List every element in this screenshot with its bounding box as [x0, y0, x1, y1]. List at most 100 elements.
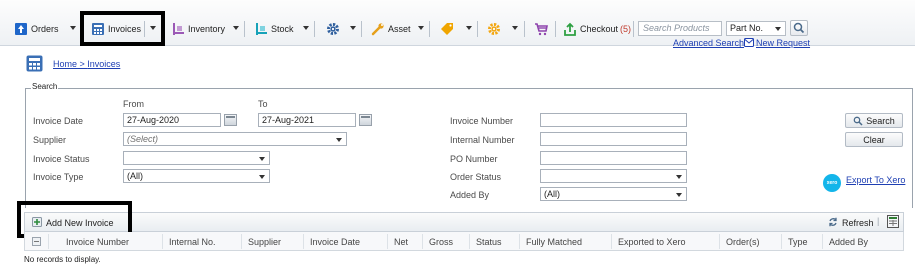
stock-dropdown-caret[interactable]	[303, 26, 309, 30]
column-header-exported-to-xero[interactable]: Exported to Xero	[618, 237, 686, 247]
advanced-search-link[interactable]: Advanced Search	[673, 38, 744, 48]
configuration-dropdown-caret[interactable]	[512, 26, 518, 30]
orders-dropdown-caret[interactable]	[70, 26, 76, 30]
column-separator	[387, 234, 388, 249]
inventory-dropdown-caret[interactable]	[233, 26, 239, 30]
toolbar-separator	[524, 21, 525, 37]
breadcrumb-home-link[interactable]: Home	[53, 59, 77, 69]
column-separator	[469, 234, 470, 249]
order-status-label: Order Status	[450, 172, 502, 182]
gear-icon	[326, 22, 340, 36]
supplier-label: Supplier	[33, 135, 67, 145]
calendar-icon[interactable]	[359, 114, 372, 126]
link-separator: |	[739, 38, 742, 48]
column-header-invoice-number[interactable]: Invoice Number	[66, 237, 129, 247]
toolbar-separator	[429, 21, 430, 37]
search-button-label: Search	[866, 115, 895, 126]
asset-dropdown-caret[interactable]	[418, 26, 424, 30]
added-by-select[interactable]: (All)	[540, 187, 687, 201]
search-field-select[interactable]: Part No.	[726, 21, 786, 36]
tags-dropdown-caret[interactable]	[466, 26, 472, 30]
asset-menu[interactable]: Asset	[371, 20, 411, 38]
column-header-gross[interactable]: Gross	[429, 237, 453, 247]
toolbar-separator	[477, 21, 478, 37]
settings-menu[interactable]	[326, 20, 340, 38]
to-label: To	[258, 99, 268, 109]
invoices-page-icon	[26, 55, 43, 72]
envelope-icon	[744, 38, 754, 47]
internal-number-input[interactable]	[540, 132, 687, 146]
stock-menu[interactable]: Stock	[254, 20, 294, 38]
invoice-number-input[interactable]	[540, 113, 687, 127]
search-button[interactable]: Search	[845, 113, 903, 128]
export-to-xero-link[interactable]: Export To Xero	[846, 175, 905, 185]
grid-command-bar	[24, 212, 904, 232]
inventory-menu[interactable]: Inventory	[171, 20, 225, 38]
refresh-icon	[828, 217, 838, 227]
column-separator	[822, 234, 823, 249]
wrench-icon	[371, 22, 385, 36]
column-separator	[303, 234, 304, 249]
calendar-icon[interactable]	[224, 114, 237, 126]
clear-button[interactable]: Clear	[845, 132, 903, 147]
export-excel-icon[interactable]	[887, 215, 899, 228]
checkout-button[interactable]: Checkout (5)	[563, 20, 631, 38]
configuration-menu[interactable]	[487, 20, 501, 38]
refresh-button[interactable]: Refresh	[842, 218, 874, 228]
column-header-net[interactable]: Net	[394, 237, 408, 247]
invoice-date-to-input[interactable]: 27-Aug-2021	[258, 113, 356, 127]
toolbar-separator	[314, 21, 315, 37]
column-separator	[611, 234, 612, 249]
breadcrumb-separator: >	[77, 59, 88, 69]
inventory-label: Inventory	[188, 24, 226, 34]
cart-icon	[534, 22, 548, 36]
no-records-message: No records to display.	[24, 255, 101, 264]
column-header-status[interactable]: Status	[476, 237, 502, 247]
stock-label: Stock	[271, 24, 294, 34]
column-header-type[interactable]: Type	[788, 237, 808, 247]
breadcrumb-invoices-link[interactable]: Invoices	[87, 59, 120, 69]
toolbar-separator	[244, 21, 245, 37]
checkout-count-badge: (5)	[620, 24, 632, 34]
invoice-type-select[interactable]: (All)	[123, 169, 270, 183]
grid-header	[24, 232, 904, 251]
product-search-input[interactable]: Search Products	[638, 21, 722, 36]
column-header-supplier[interactable]: Supplier	[248, 237, 281, 247]
column-header-invoice-date[interactable]: Invoice Date	[310, 237, 360, 247]
asset-label: Asset	[388, 24, 411, 34]
column-separator	[48, 234, 49, 249]
column-separator	[719, 234, 720, 249]
breadcrumb: Home > Invoices	[53, 59, 120, 69]
gear-icon	[487, 22, 501, 36]
tags-menu[interactable]	[440, 20, 454, 38]
invoices-highlight-box	[80, 11, 165, 46]
invoice-status-label: Invoice Status	[33, 154, 90, 164]
order-status-select[interactable]	[540, 169, 687, 183]
checkout-icon	[563, 22, 577, 36]
new-request-link[interactable]: New Request	[756, 38, 810, 48]
column-separator	[519, 234, 520, 249]
xero-logo: xero	[823, 174, 841, 192]
supplier-select[interactable]: (Select)	[123, 132, 347, 146]
settings-dropdown-caret[interactable]	[350, 26, 356, 30]
column-header-fully-matched[interactable]: Fully Matched	[526, 237, 582, 247]
search-go-button[interactable]	[790, 20, 808, 36]
orders-menu[interactable]: Orders	[14, 20, 59, 38]
invoice-number-label: Invoice Number	[450, 116, 514, 126]
toolbar-separator	[361, 21, 362, 37]
checkout-label: Checkout	[580, 24, 619, 34]
invoice-status-select[interactable]	[123, 151, 270, 165]
column-header-internal-no[interactable]: Internal No.	[169, 237, 216, 247]
added-by-label: Added By	[450, 190, 490, 200]
po-number-input[interactable]	[540, 151, 687, 165]
cart-button[interactable]	[534, 20, 548, 38]
column-separator	[781, 234, 782, 249]
column-header-added-by[interactable]: Added By	[829, 237, 868, 247]
column-header-orders[interactable]: Order(s)	[726, 237, 760, 247]
magnifier-icon	[793, 22, 805, 34]
invoice-date-from-input[interactable]: 27-Aug-2020	[123, 113, 221, 127]
column-separator	[422, 234, 423, 249]
inventory-icon	[171, 22, 185, 36]
expand-collapse-icon[interactable]	[32, 237, 41, 246]
tag-icon	[440, 22, 454, 36]
